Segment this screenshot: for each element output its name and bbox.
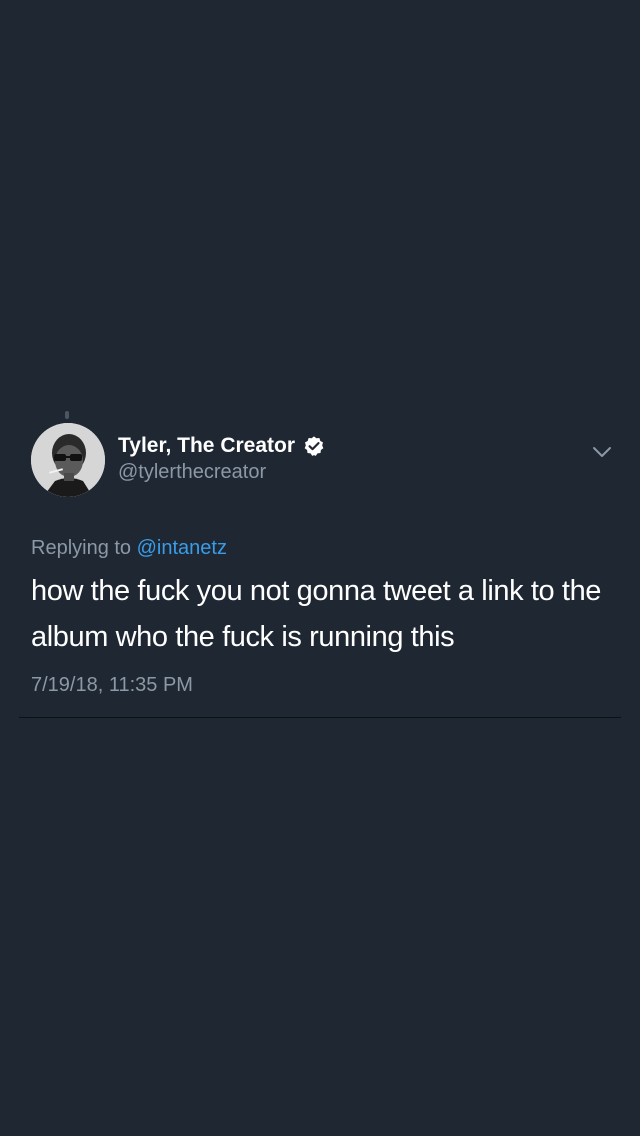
- avatar-image: [31, 423, 105, 497]
- replying-to-line: Replying to @intanetz: [31, 535, 227, 561]
- reply-mention-link[interactable]: @intanetz: [137, 537, 227, 559]
- author-handle[interactable]: @tylerthecreator: [118, 460, 266, 484]
- thread-indicator: [65, 411, 69, 419]
- author-name-row[interactable]: Tyler, The Creator: [118, 433, 325, 459]
- author-display-name[interactable]: Tyler, The Creator: [118, 433, 295, 459]
- screen: Tyler, The Creator @tylerthecreator Repl…: [0, 0, 640, 1136]
- divider: [19, 717, 621, 718]
- chevron-down-icon[interactable]: [590, 440, 614, 464]
- replying-to-label: Replying to: [31, 537, 132, 559]
- avatar[interactable]: [31, 423, 105, 497]
- tweet-card[interactable]: Tyler, The Creator @tylerthecreator Repl…: [0, 405, 640, 720]
- tweet-timestamp[interactable]: 7/19/18, 11:35 PM: [31, 672, 193, 698]
- tweet-text: how the fuck you not gonna tweet a link …: [31, 575, 602, 653]
- verified-badge-icon: [303, 435, 325, 457]
